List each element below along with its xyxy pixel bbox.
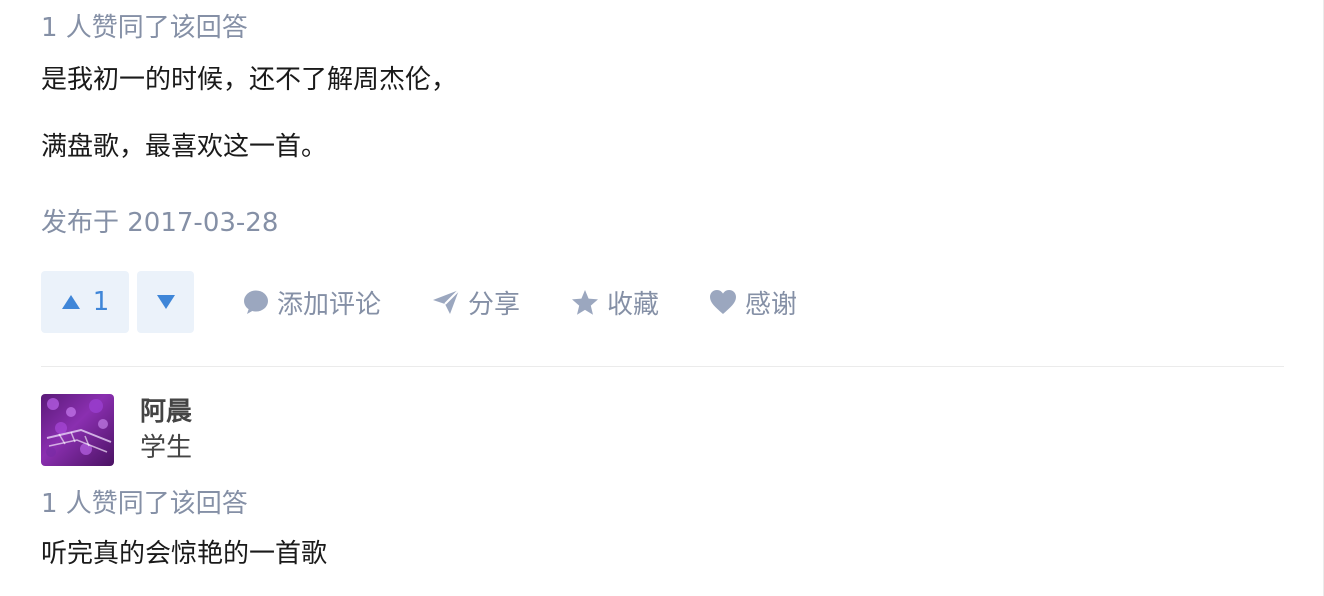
comment-label: 添加评论 (277, 289, 382, 320)
thanks-button[interactable]: 感谢 (709, 271, 797, 333)
collect-button[interactable]: 收藏 (571, 271, 659, 333)
answer-votes-line: 1 人赞同了该回答 (41, 11, 1284, 45)
comment-icon (244, 290, 268, 314)
collect-label: 收藏 (607, 289, 660, 320)
answer-paragraph: 是我初一的时候，还不了解周杰伦， (41, 65, 458, 95)
star-icon (572, 289, 598, 315)
answer-votes-line: 1 人赞同了该回答 (41, 487, 1284, 521)
answer-paragraph: 满盘歌，最喜欢这一首。 (41, 132, 328, 162)
author-name[interactable]: 阿晨 (140, 395, 192, 429)
answer-actions-bar: 1 添加评论 分享 收藏 感谢 (41, 271, 1041, 333)
thanks-label: 感谢 (745, 289, 798, 320)
answer-content: 是我初一的时候，还不了解周杰伦， (41, 62, 1284, 98)
comment-button[interactable]: 添加评论 (243, 271, 381, 333)
votes-summary: 1 人赞同了该回答 (41, 489, 248, 519)
author-avatar[interactable] (41, 394, 114, 466)
votes-summary: 1 人赞同了该回答 (41, 13, 248, 43)
answer-paragraph: 听完真的会惊艳的一首歌 (41, 539, 328, 569)
share-label: 分享 (468, 289, 521, 320)
answer-published-time: 发布于 2017-03-28 (41, 206, 1284, 240)
heart-icon (710, 290, 736, 314)
share-button[interactable]: 分享 (432, 271, 520, 333)
vote-count: 1 (92, 287, 110, 317)
answer-content: 满盘歌，最喜欢这一首。 (41, 129, 1284, 165)
author-headline: 学生 (140, 433, 193, 463)
vote-up-button[interactable]: 1 (41, 271, 129, 333)
vote-down-button[interactable] (137, 271, 194, 333)
answer-divider (41, 366, 1284, 367)
avatar-image (41, 394, 114, 466)
paper-plane-icon (433, 289, 460, 314)
published-date[interactable]: 发布于 2017-03-28 (41, 206, 1284, 240)
answer-content: 听完真的会惊艳的一首歌 (41, 536, 1284, 572)
triangle-up-icon (61, 295, 80, 309)
triangle-down-icon (156, 295, 175, 309)
